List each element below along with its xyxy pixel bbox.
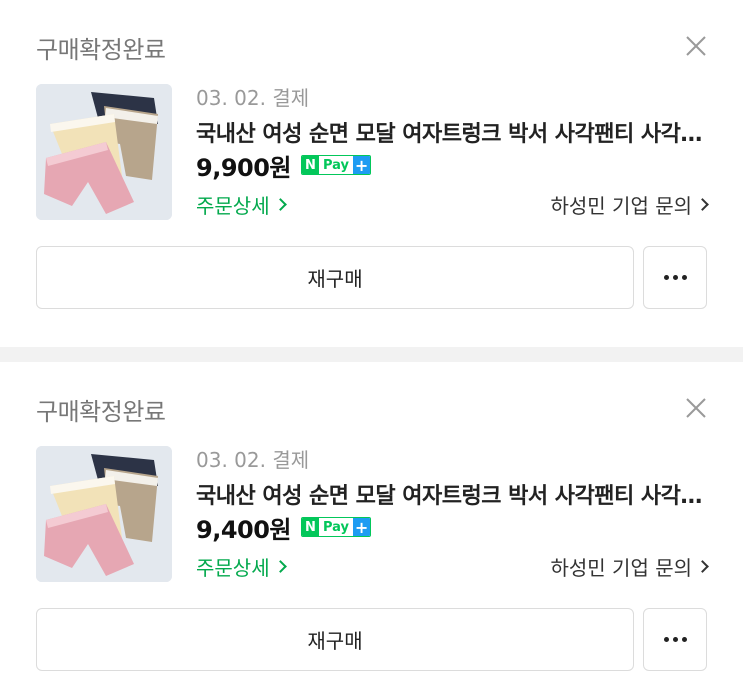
- rebuy-label: 재구매: [307, 267, 363, 291]
- more-dot-icon: [672, 275, 678, 280]
- product-thumbnail[interactable]: [36, 446, 172, 582]
- seller-inquiry-label: 하성민 기업 문의: [550, 556, 692, 580]
- more-dot-icon: [672, 637, 678, 642]
- underwear-image-icon: [36, 446, 172, 582]
- seller-inquiry-link[interactable]: 하성민 기업 문의: [550, 190, 709, 219]
- rebuy-button[interactable]: 재구매: [36, 246, 634, 309]
- npay-plus-icon: +: [353, 155, 371, 175]
- order-detail-label: 주문상세: [196, 556, 270, 580]
- order-detail-link[interactable]: 주문상세: [196, 552, 287, 581]
- order-detail-link[interactable]: 주문상세: [196, 190, 287, 219]
- price-row: 9,400원 N Pay +: [196, 512, 372, 544]
- seller-inquiry-link[interactable]: 하성민 기업 문의: [550, 552, 709, 581]
- order-list: 구매확정완료 03. 02. 결제 국내산 여성 순면 모달 여자트렁크 박서 …: [0, 0, 743, 699]
- chevron-right-icon: [696, 560, 709, 573]
- rebuy-label: 재구매: [307, 629, 363, 653]
- rebuy-button[interactable]: 재구매: [36, 608, 634, 671]
- seller-inquiry-label: 하성민 기업 문의: [550, 194, 692, 218]
- more-dot-icon: [681, 275, 687, 280]
- order-card: 구매확정완료 03. 02. 결제 국내산 여성 순면 모달 여자트렁크 박서 …: [0, 362, 743, 699]
- more-dot-icon: [681, 637, 687, 642]
- more-dot-icon: [663, 275, 669, 280]
- order-status: 구매확정완료: [36, 36, 166, 64]
- npay-label: Pay: [323, 519, 350, 535]
- chevron-right-icon: [273, 560, 287, 573]
- chevron-right-icon: [696, 198, 709, 211]
- chevron-right-icon: [273, 198, 287, 211]
- product-title[interactable]: 국내산 여성 순면 모달 여자트렁크 박서 사각팬티 사각팬티: [196, 116, 716, 148]
- npay-plus-icon: +: [353, 517, 371, 537]
- payment-date: 03. 02. 결제: [196, 86, 310, 110]
- price: 9,400원: [196, 515, 292, 544]
- naver-pay-badge: N Pay +: [301, 155, 372, 175]
- payment-date: 03. 02. 결제: [196, 448, 310, 472]
- order-detail-label: 주문상세: [196, 194, 270, 218]
- npay-n-icon: N: [302, 156, 319, 174]
- more-options-button[interactable]: [643, 246, 707, 309]
- more-dot-icon: [663, 637, 669, 642]
- npay-label: Pay: [323, 157, 350, 173]
- npay-n-icon: N: [302, 518, 319, 536]
- order-status: 구매확정완료: [36, 398, 166, 426]
- more-options-button[interactable]: [643, 608, 707, 671]
- product-thumbnail[interactable]: [36, 84, 172, 220]
- price: 9,900원: [196, 153, 292, 182]
- naver-pay-badge: N Pay +: [301, 517, 372, 537]
- close-icon[interactable]: [682, 32, 710, 60]
- price-row: 9,900원 N Pay +: [196, 150, 372, 182]
- product-title[interactable]: 국내산 여성 순면 모달 여자트렁크 박서 사각팬티 사각팬티: [196, 478, 716, 510]
- close-icon[interactable]: [682, 394, 710, 422]
- order-card: 구매확정완료 03. 02. 결제 국내산 여성 순면 모달 여자트렁크 박서 …: [0, 0, 743, 347]
- underwear-image-icon: [36, 84, 172, 220]
- card-divider: [0, 347, 743, 362]
